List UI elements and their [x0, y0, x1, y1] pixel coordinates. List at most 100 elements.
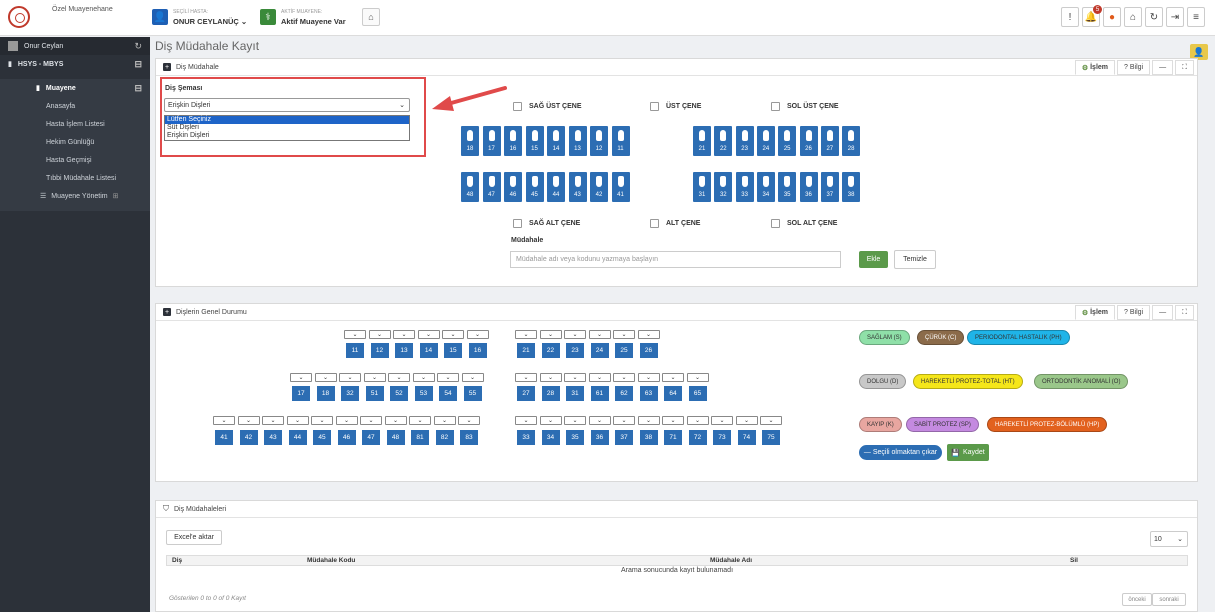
tooth-status-button[interactable]: 25	[615, 343, 633, 358]
tooth-status-button[interactable]: 36	[590, 430, 609, 445]
status-dropdown[interactable]: ⌄	[339, 373, 361, 382]
status-dropdown[interactable]: ⌄	[461, 373, 484, 382]
sidebar-user[interactable]: Onur Ceylan ↻	[0, 37, 150, 55]
sidebar-item-anasayfa[interactable]: Anasayfa	[0, 97, 150, 115]
tooth-button[interactable]: 43	[568, 172, 587, 202]
clear-button[interactable]: Temizle	[894, 250, 936, 269]
tooth-status-button[interactable]: 33	[517, 430, 535, 445]
status-dropdown[interactable]: ⌄	[760, 416, 782, 425]
tooth-status-button[interactable]: 12	[370, 343, 389, 358]
refresh-icon[interactable]: ↻	[134, 41, 142, 52]
status-dropdown[interactable]: ⌄	[637, 373, 660, 382]
sidebar-item-hasta-islem[interactable]: Hasta İşlem Listesi	[0, 115, 150, 133]
tooth-button[interactable]: 28	[842, 126, 861, 156]
tooth-status-button[interactable]: 28	[541, 386, 560, 401]
tooth-button[interactable]: 41	[611, 172, 630, 202]
tooth-status-button[interactable]: 55	[463, 386, 482, 401]
collapse-icon[interactable]: ⊟	[134, 83, 142, 94]
status-dropdown[interactable]: ⌄	[515, 373, 537, 382]
tooth-button[interactable]: 37	[820, 172, 839, 202]
mudahale-input[interactable]: Müdahale adı veya kodunu yazmaya başlayı…	[510, 251, 841, 268]
tooth-status-button[interactable]: 51	[365, 386, 384, 401]
status-dropdown[interactable]: ⌄	[437, 373, 459, 382]
tooth-button[interactable]: 11	[611, 126, 630, 156]
status-dropdown[interactable]: ⌄	[368, 330, 391, 339]
selected-patient[interactable]: 👤 SEÇİLİ HASTA: ONUR CEYLANÜÇ ⌄	[152, 6, 247, 28]
col-mudahale-kodu[interactable]: Müdahale Kodu	[307, 557, 355, 564]
tooth-status-button[interactable]: 13	[395, 343, 413, 358]
status-dropdown[interactable]: ⌄	[588, 373, 611, 382]
status-dropdown[interactable]: ⌄	[637, 416, 660, 425]
check-sag-alt-cene[interactable]: SAĞ ALT ÇENE	[513, 219, 580, 228]
tooth-status-button[interactable]: 72	[688, 430, 707, 445]
page-size-select[interactable]: 10 ⌄	[1150, 531, 1188, 547]
status-dropdown[interactable]: ⌄	[564, 416, 586, 425]
prev-page-button[interactable]: önceki	[1122, 593, 1152, 606]
tooth-status-button[interactable]: 41	[215, 430, 233, 445]
check-alt-cene[interactable]: ALT ÇENE	[650, 219, 700, 228]
status-dropdown[interactable]: ⌄	[662, 416, 684, 425]
check-sol-alt-cene[interactable]: SOL ALT ÇENE	[771, 219, 837, 228]
status-dropdown[interactable]: ⌄	[393, 330, 415, 339]
status-dropdown[interactable]: ⌄	[735, 416, 758, 425]
home-icon[interactable]: ⌂	[1124, 7, 1142, 27]
tooth-button[interactable]: 23	[735, 126, 754, 156]
tooth-status-button[interactable]: 37	[615, 430, 633, 445]
checkbox[interactable]	[650, 219, 659, 228]
tooth-button[interactable]: 21	[693, 126, 711, 156]
status-dropdown[interactable]: ⌄	[613, 373, 635, 382]
remove-selection-button[interactable]: — Seçili olmaktan çıkar	[859, 445, 942, 460]
tooth-button[interactable]: 16	[504, 126, 522, 156]
tooth-status-button[interactable]: 38	[639, 430, 658, 445]
checkbox[interactable]	[771, 102, 780, 111]
tooth-button[interactable]: 45	[525, 172, 544, 202]
tooth-status-button[interactable]: 64	[664, 386, 682, 401]
tooth-status-button[interactable]: 48	[386, 430, 405, 445]
tooth-status-button[interactable]: 46	[337, 430, 356, 445]
tooth-status-button[interactable]: 81	[411, 430, 429, 445]
legend-pill[interactable]: KAYIP (K)	[859, 417, 902, 432]
tooth-status-button[interactable]: 26	[639, 343, 658, 358]
sidebar-item-hasta-gecmisi[interactable]: Hasta Geçmişi	[0, 151, 150, 169]
legend-pill[interactable]: SABİT PROTEZ (SP)	[906, 417, 979, 432]
status-dropdown[interactable]: ⌄	[213, 416, 235, 425]
tooth-status-button[interactable]: 15	[444, 343, 462, 358]
tooth-status-button[interactable]: 65	[688, 386, 707, 401]
status-dropdown[interactable]: ⌄	[433, 416, 456, 425]
fullscreen-icon[interactable]: ⛶	[1175, 305, 1194, 320]
legend-pill[interactable]: ORTODONTİK ANOMALİ (O)	[1034, 374, 1129, 389]
status-dropdown[interactable]: ⌄	[539, 373, 562, 382]
expand-icon[interactable]: ⊞	[113, 192, 119, 200]
status-dropdown[interactable]: ⌄	[458, 416, 480, 425]
patient-name[interactable]: ONUR CEYLANÜÇ ⌄	[173, 17, 247, 26]
status-dropdown[interactable]: ⌄	[613, 416, 635, 425]
legend-pill[interactable]: PERIODONTAL HASTALIK (PH)	[967, 330, 1070, 345]
tooth-status-button[interactable]: 82	[435, 430, 454, 445]
status-dropdown[interactable]: ⌄	[360, 416, 382, 425]
logout-icon[interactable]: ⇥	[1166, 7, 1184, 27]
tooth-button[interactable]: 17	[482, 126, 501, 156]
tooth-status-button[interactable]: 61	[590, 386, 609, 401]
fullscreen-icon[interactable]: ⛶	[1175, 60, 1194, 75]
tooth-status-button[interactable]: 17	[292, 386, 310, 401]
checkbox[interactable]	[771, 219, 780, 228]
status-dropdown[interactable]: ⌄	[286, 416, 309, 425]
tooth-status-button[interactable]: 52	[390, 386, 408, 401]
tooth-status-button[interactable]: 74	[737, 430, 756, 445]
excel-export-button[interactable]: Excel'e aktar	[166, 530, 222, 545]
tooth-status-button[interactable]: 23	[566, 343, 584, 358]
tooth-status-button[interactable]: 35	[566, 430, 584, 445]
legend-pill[interactable]: SAĞLAM (S)	[859, 330, 910, 345]
tooth-status-button[interactable]: 16	[468, 343, 487, 358]
status-dropdown[interactable]: ⌄	[686, 416, 709, 425]
sidebar-item-hekim-gunlugu[interactable]: Hekim Günlüğü	[0, 133, 150, 151]
tooth-status-button[interactable]: 14	[419, 343, 438, 358]
tooth-button[interactable]: 25	[778, 126, 797, 156]
tooth-status-button[interactable]: 34	[541, 430, 560, 445]
checkbox[interactable]	[513, 102, 522, 111]
status-dropdown[interactable]: ⌄	[384, 416, 407, 425]
minimize-icon[interactable]: —	[1152, 305, 1174, 320]
status-dropdown[interactable]: ⌄	[711, 416, 733, 425]
status-dropdown[interactable]: ⌄	[442, 330, 464, 339]
tooth-status-button[interactable]: 83	[460, 430, 478, 445]
